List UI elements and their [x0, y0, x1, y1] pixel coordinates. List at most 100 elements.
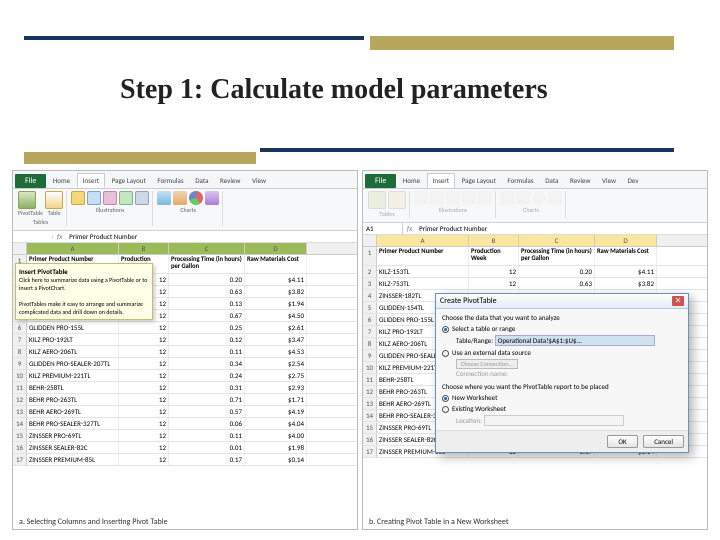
cell[interactable]: $1.71: [245, 394, 307, 405]
row-header[interactable]: 17: [13, 454, 27, 465]
name-box[interactable]: [13, 236, 53, 238]
cell[interactable]: 0.17: [169, 454, 245, 465]
cell[interactable]: $4.50: [245, 310, 307, 321]
ok-button[interactable]: OK: [607, 435, 637, 448]
table-header[interactable]: Processing Time (in hours) per Gallon: [519, 247, 595, 265]
col-header-c[interactable]: C: [169, 243, 245, 254]
cell[interactable]: 12: [119, 370, 169, 381]
name-box[interactable]: A1: [363, 223, 403, 234]
cell[interactable]: 12: [119, 442, 169, 453]
tab-formulas[interactable]: Formulas: [502, 174, 538, 187]
file-tab[interactable]: File: [365, 174, 396, 188]
row-header[interactable]: 16: [13, 442, 27, 453]
radio-new-worksheet[interactable]: New Worksheet: [442, 393, 682, 402]
line-chart-icon[interactable]: [173, 191, 187, 205]
table-header[interactable]: Raw Materials Cost: [245, 255, 307, 273]
table-row[interactable]: 3KILZ-753TL120.63$3.82: [363, 278, 707, 290]
row-header[interactable]: 5: [363, 302, 377, 313]
cell[interactable]: $2.93: [245, 382, 307, 393]
table-header[interactable]: Production Week: [469, 247, 519, 265]
row-header[interactable]: 14: [363, 410, 377, 421]
cell[interactable]: BEHR-258TL: [27, 382, 119, 393]
row-header[interactable]: 6: [13, 322, 27, 333]
row-header[interactable]: 4: [363, 290, 377, 301]
tab-page-layout[interactable]: Page Layout: [107, 174, 151, 187]
tab-page-layout[interactable]: Page Layout: [457, 174, 501, 187]
cell[interactable]: 0.63: [519, 278, 595, 289]
cell[interactable]: 12: [119, 394, 169, 405]
tab-review[interactable]: Review: [565, 174, 595, 187]
cell[interactable]: 0.20: [519, 266, 595, 277]
clipart-icon[interactable]: [87, 191, 101, 205]
cell[interactable]: 12: [119, 382, 169, 393]
cell[interactable]: KILZ AERO-206TL: [27, 346, 119, 357]
tab-data[interactable]: Data: [540, 174, 563, 187]
cell[interactable]: KILZ-153TL: [377, 266, 469, 277]
cell[interactable]: $4.19: [245, 406, 307, 417]
radio-select-table[interactable]: Select a table or range: [442, 324, 682, 333]
select-all-corner[interactable]: [13, 243, 27, 254]
tab-formulas[interactable]: Formulas: [152, 174, 188, 187]
row-header[interactable]: 7: [363, 326, 377, 337]
row-header[interactable]: 2: [363, 266, 377, 277]
pivottable-button[interactable]: PivotTable: [18, 191, 43, 217]
col-header-c[interactable]: C: [519, 235, 595, 246]
fx-icon[interactable]: fx: [403, 224, 416, 233]
pie-chart-icon[interactable]: [189, 191, 203, 205]
cell[interactable]: 0.31: [169, 382, 245, 393]
row-header[interactable]: 1: [363, 247, 377, 265]
cell[interactable]: $4.00: [245, 430, 307, 441]
cell[interactable]: GLIDDEN PRO-SEALER-207TL: [27, 358, 119, 369]
table-row[interactable]: 13BEHR AERO-269TL120.57$4.19: [13, 406, 357, 418]
cell[interactable]: ZINSSER SEALER-82C: [27, 442, 119, 453]
cell[interactable]: KILZ-753TL: [377, 278, 469, 289]
row-header[interactable]: 8: [363, 338, 377, 349]
tab-review[interactable]: Review: [215, 174, 245, 187]
tab-insert[interactable]: Insert: [427, 173, 455, 188]
tab-home[interactable]: Home: [398, 174, 425, 187]
row-header[interactable]: 14: [13, 418, 27, 429]
cell[interactable]: 12: [119, 454, 169, 465]
cell[interactable]: 12: [119, 346, 169, 357]
smartart-icon[interactable]: [119, 191, 133, 205]
shapes-icon[interactable]: [103, 191, 117, 205]
cell[interactable]: 0.63: [169, 286, 245, 297]
cell[interactable]: 12: [119, 322, 169, 333]
col-header-d[interactable]: D: [595, 235, 657, 246]
row-header[interactable]: 6: [363, 314, 377, 325]
cell[interactable]: 12: [119, 418, 169, 429]
table-button[interactable]: Table: [45, 191, 63, 217]
cell[interactable]: 0.71: [169, 394, 245, 405]
tab-view[interactable]: View: [247, 174, 271, 187]
cell[interactable]: ZINSSER PREMIUM-85L: [27, 454, 119, 465]
cell[interactable]: 0.12: [169, 334, 245, 345]
table-header[interactable]: Primer Product Number: [377, 247, 469, 265]
cell[interactable]: 0.11: [169, 430, 245, 441]
cell[interactable]: 12: [119, 406, 169, 417]
cell[interactable]: $3.82: [245, 286, 307, 297]
table-row[interactable]: 9GLIDDEN PRO-SEALER-207TL120.34$2.54: [13, 358, 357, 370]
cell[interactable]: $2.61: [245, 322, 307, 333]
table-range-input[interactable]: [495, 335, 655, 346]
cell[interactable]: 12: [119, 430, 169, 441]
table-row[interactable]: 16ZINSSER SEALER-82C120.01$1.98: [13, 442, 357, 454]
tab-home[interactable]: Home: [48, 174, 75, 187]
row-header[interactable]: 13: [363, 398, 377, 409]
table-row[interactable]: 8KILZ AERO-206TL120.11$4.53: [13, 346, 357, 358]
col-header-a[interactable]: A: [377, 235, 469, 246]
column-chart-icon[interactable]: [157, 191, 171, 205]
cell[interactable]: 0.01: [169, 442, 245, 453]
cell[interactable]: 0.11: [169, 346, 245, 357]
cell[interactable]: $4.04: [245, 418, 307, 429]
table-row[interactable]: 15ZINSSER PRO-69TL120.11$4.00: [13, 430, 357, 442]
col-header-b[interactable]: B: [469, 235, 519, 246]
cell[interactable]: $3.47: [245, 334, 307, 345]
table-row[interactable]: 17ZINSSER PREMIUM-85L120.17$0.14: [13, 454, 357, 466]
bar-chart-icon[interactable]: [205, 191, 219, 205]
col-header-d[interactable]: D: [245, 243, 307, 254]
table-header[interactable]: Processing Time (in hours) per Gallon: [169, 255, 245, 273]
cell[interactable]: $1.98: [245, 442, 307, 453]
col-header-b[interactable]: B: [119, 243, 169, 254]
cell[interactable]: 0.34: [169, 358, 245, 369]
file-tab[interactable]: File: [15, 174, 46, 188]
